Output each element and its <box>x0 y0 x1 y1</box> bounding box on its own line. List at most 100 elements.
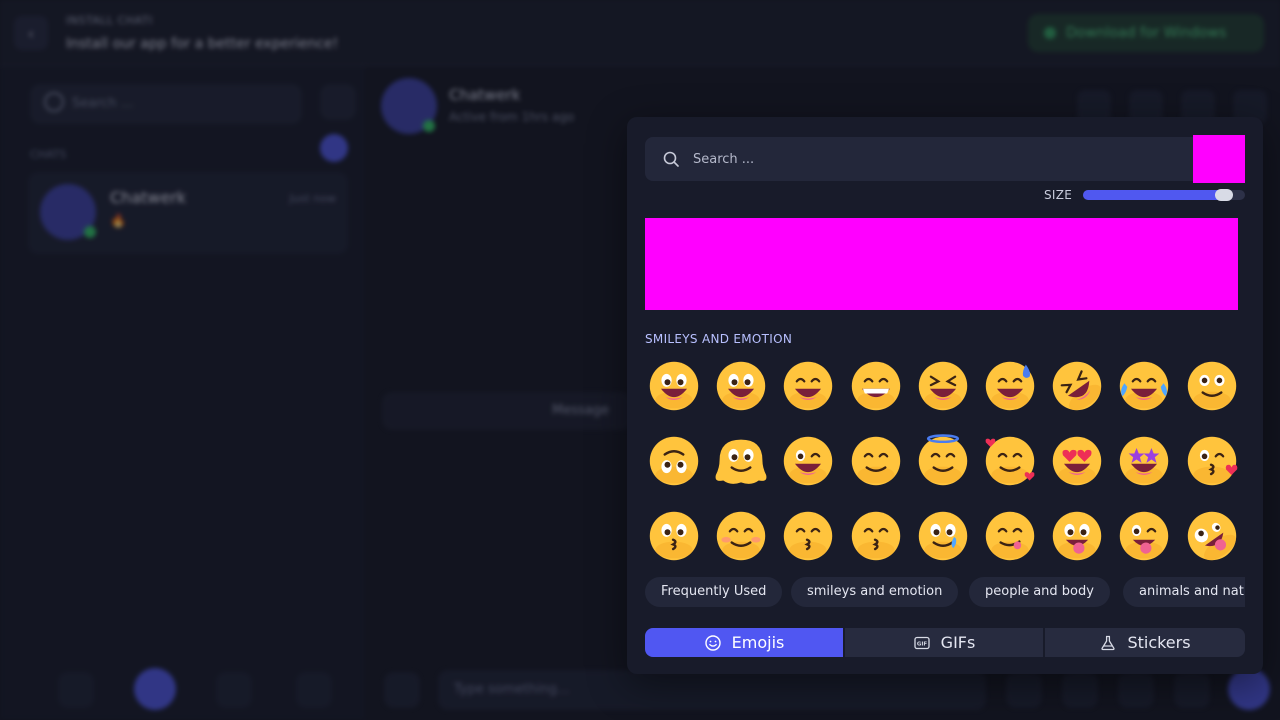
category-smileys-and-emotion[interactable]: smileys and emotion <box>791 577 959 607</box>
grinning-face-icon <box>649 361 699 411</box>
face-with-tears-of-joy-icon <box>1119 361 1169 411</box>
emoji-search-input[interactable] <box>693 137 1173 181</box>
upside-down-face-icon <box>649 436 699 486</box>
install-banner: ‹ INSTALL CHATI Install our app for a be… <box>0 0 1280 66</box>
face-savoring-food-icon <box>985 511 1035 561</box>
kissing-face-icon <box>649 511 699 561</box>
svg-text:GIF: GIF <box>917 641 928 647</box>
star-struck-icon <box>1119 436 1169 486</box>
gif-button[interactable] <box>1118 672 1154 708</box>
attach-button[interactable] <box>58 672 94 708</box>
emoji-winking-face-with-tongue[interactable] <box>1115 507 1173 565</box>
download-button-label: Download for Windows <box>1066 25 1227 41</box>
message-hint: Message <box>382 392 632 430</box>
kissing-face-closed-eyes-icon <box>783 511 833 561</box>
size-label: SIZE <box>1044 188 1073 202</box>
install-subtitle: Install our app for a better experience! <box>66 36 339 52</box>
chat-time: Just now <box>289 192 336 205</box>
face-blowing-a-kiss-icon <box>1187 436 1238 486</box>
windows-icon <box>1044 27 1056 39</box>
emoji-kissing-face-smiling-eyes[interactable] <box>847 507 905 565</box>
chat-snippet: 🔥 <box>110 214 127 229</box>
chat-search-input[interactable]: Search ... <box>30 84 302 124</box>
winking-face-icon <box>783 436 833 486</box>
online-indicator <box>84 226 96 238</box>
plus-button[interactable] <box>384 672 420 708</box>
emoji-button[interactable] <box>1062 672 1098 708</box>
image-button[interactable] <box>216 672 252 708</box>
emoji-rolling-on-floor-laughing[interactable] <box>1048 357 1106 415</box>
emoji-smiling-face-with-hearts[interactable] <box>981 432 1039 490</box>
emoji-grinning-face[interactable] <box>645 357 703 415</box>
face-with-tongue-icon <box>1052 511 1102 561</box>
smiling-face-smiling-eyes-icon <box>851 436 901 486</box>
chat-name: Chatwerk <box>110 188 187 207</box>
sticker-button[interactable] <box>1174 672 1210 708</box>
message-input[interactable]: Type something... <box>438 670 986 710</box>
emoji-winking-face[interactable] <box>779 432 837 490</box>
emoji-grinning-face-with-sweat[interactable] <box>981 357 1039 415</box>
emoji-melting-face[interactable] <box>712 432 770 490</box>
emoji-kissing-face[interactable] <box>645 507 703 565</box>
chat-list-item[interactable]: Chatwerk Just now 🔥 <box>28 172 348 254</box>
grinning-face-smiling-eyes-icon <box>783 361 833 411</box>
emoji-smiling-face-with-heart-eyes[interactable] <box>1048 432 1106 490</box>
chats-label: CHATS <box>30 148 67 161</box>
emoji-face-savoring-food[interactable] <box>981 507 1039 565</box>
category-people-and-body[interactable]: people and body <box>969 577 1110 607</box>
back-button[interactable]: ‹ <box>14 16 48 50</box>
emoji-upside-down-face[interactable] <box>645 432 703 490</box>
picker-tabs: Emojis GIF GIFs Stickers <box>645 628 1245 657</box>
emoji-face-blowing-a-kiss[interactable] <box>1183 432 1241 490</box>
primary-action-button[interactable] <box>134 668 176 710</box>
mic-button[interactable] <box>1006 672 1042 708</box>
tab-gifs-label: GIFs <box>940 633 976 652</box>
size-slider-thumb[interactable] <box>1215 189 1233 201</box>
grinning-squinting-face-icon <box>918 361 968 411</box>
category-row: Frequently Used smileys and emotion peop… <box>645 577 1245 607</box>
flask-icon <box>1101 635 1116 650</box>
emoji-beaming-face[interactable] <box>847 357 905 415</box>
smiley-icon <box>704 634 721 651</box>
tab-stickers[interactable]: Stickers <box>1045 628 1245 657</box>
rolling-on-floor-laughing-icon <box>1052 361 1102 411</box>
compose-button[interactable] <box>320 84 356 120</box>
skin-tone-placeholder[interactable] <box>1193 135 1245 183</box>
header-online-indicator <box>423 120 435 132</box>
emoji-grinning-squinting-face[interactable] <box>914 357 972 415</box>
tab-gifs[interactable]: GIF GIFs <box>845 628 1043 657</box>
send-button[interactable] <box>1228 668 1270 710</box>
category-frequently-used[interactable]: Frequently Used <box>645 577 783 607</box>
emoji-face-with-tongue[interactable] <box>1048 507 1106 565</box>
category-animals-and-nature[interactable]: animals and nat <box>1123 577 1245 607</box>
smiling-face-with-tear-icon <box>918 511 968 561</box>
emoji-grinning-face-big-eyes[interactable] <box>712 357 770 415</box>
kissing-face-smiling-eyes-icon <box>851 511 901 561</box>
smiling-face-with-halo-icon <box>918 434 968 486</box>
emoji-search-bar <box>645 137 1193 181</box>
emoji-star-struck[interactable] <box>1115 432 1173 490</box>
emoji-smiling-face-with-halo[interactable] <box>914 432 972 490</box>
beaming-face-icon <box>851 361 901 411</box>
emoji-smiling-face-smiling-eyes[interactable] <box>847 432 905 490</box>
size-slider-fill <box>1083 190 1223 200</box>
tab-emojis[interactable]: Emojis <box>645 628 843 657</box>
add-chat-button[interactable] <box>320 134 348 162</box>
emoji-slightly-smiling-face[interactable] <box>1183 357 1241 415</box>
chat-list-pane: Search ... CHATS Chatwerk Just now 🔥 <box>0 66 365 720</box>
size-slider[interactable] <box>1083 189 1245 201</box>
search-icon <box>663 151 679 167</box>
emoji-zany-face[interactable] <box>1183 507 1241 565</box>
emoji-smiling-face[interactable] <box>712 507 770 565</box>
tab-emojis-label: Emojis <box>731 633 785 652</box>
emoji-grinning-face-smiling-eyes[interactable] <box>779 357 837 415</box>
header-status: Active from 1hrs ago <box>449 110 575 124</box>
slightly-smiling-face-icon <box>1187 361 1237 411</box>
file-button[interactable] <box>296 672 332 708</box>
download-button[interactable]: Download for Windows <box>1028 14 1264 52</box>
melting-face-icon <box>715 439 767 484</box>
emoji-kissing-face-closed-eyes[interactable] <box>779 507 837 565</box>
emoji-face-with-tears-of-joy[interactable] <box>1115 357 1173 415</box>
preview-placeholder <box>645 218 1238 310</box>
emoji-smiling-face-with-tear[interactable] <box>914 507 972 565</box>
